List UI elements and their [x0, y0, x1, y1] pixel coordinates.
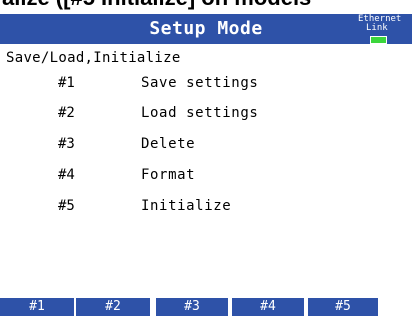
menu-item-number: #4 — [58, 167, 75, 183]
menu-item-label: Load settings — [141, 105, 259, 121]
menu-item-save-settings[interactable]: #1 Save settings — [0, 72, 412, 96]
link-label: Link — [366, 23, 388, 33]
softkey-3-button[interactable]: #3 — [156, 298, 228, 316]
link-status-icon — [370, 36, 387, 44]
softkey-5-button[interactable]: #5 — [308, 298, 378, 316]
caption-text: alize ([#5 Initialize] on models — [2, 0, 311, 10]
menu-item-number: #3 — [58, 136, 75, 152]
menu-item-label: Initialize — [141, 198, 232, 214]
menu-item-number: #5 — [58, 198, 75, 214]
menu-item-number: #2 — [58, 105, 75, 121]
softkey-1-button[interactable]: #1 — [0, 298, 74, 316]
menu-item-load-settings[interactable]: #2 Load settings — [0, 102, 412, 126]
section-title: Save/Load,Initialize — [6, 50, 181, 66]
document-caption-fragment: alize ([#5 Initialize] on models — [0, 0, 412, 14]
softkey-4-button[interactable]: #4 — [232, 298, 304, 316]
softkey-2-button[interactable]: #2 — [76, 298, 150, 316]
menu-item-label: Format — [141, 167, 196, 183]
softkey-bar: #1 #2 #3 #4 #5 — [0, 298, 412, 316]
screen-title: Setup Mode — [149, 18, 263, 39]
setup-menu-panel: Save/Load,Initialize #1 Save settings #2… — [0, 44, 412, 298]
title-bar: Setup Mode Ethernet Link — [0, 14, 412, 44]
menu-item-initialize[interactable]: #5 Initialize — [0, 195, 412, 219]
menu-item-label: Delete — [141, 136, 196, 152]
menu-item-delete[interactable]: #3 Delete — [0, 133, 412, 157]
menu-item-format[interactable]: #4 Format — [0, 164, 412, 188]
menu-item-number: #1 — [58, 75, 75, 91]
menu-item-label: Save settings — [141, 75, 259, 91]
ethernet-status: Ethernet Link — [358, 15, 410, 44]
